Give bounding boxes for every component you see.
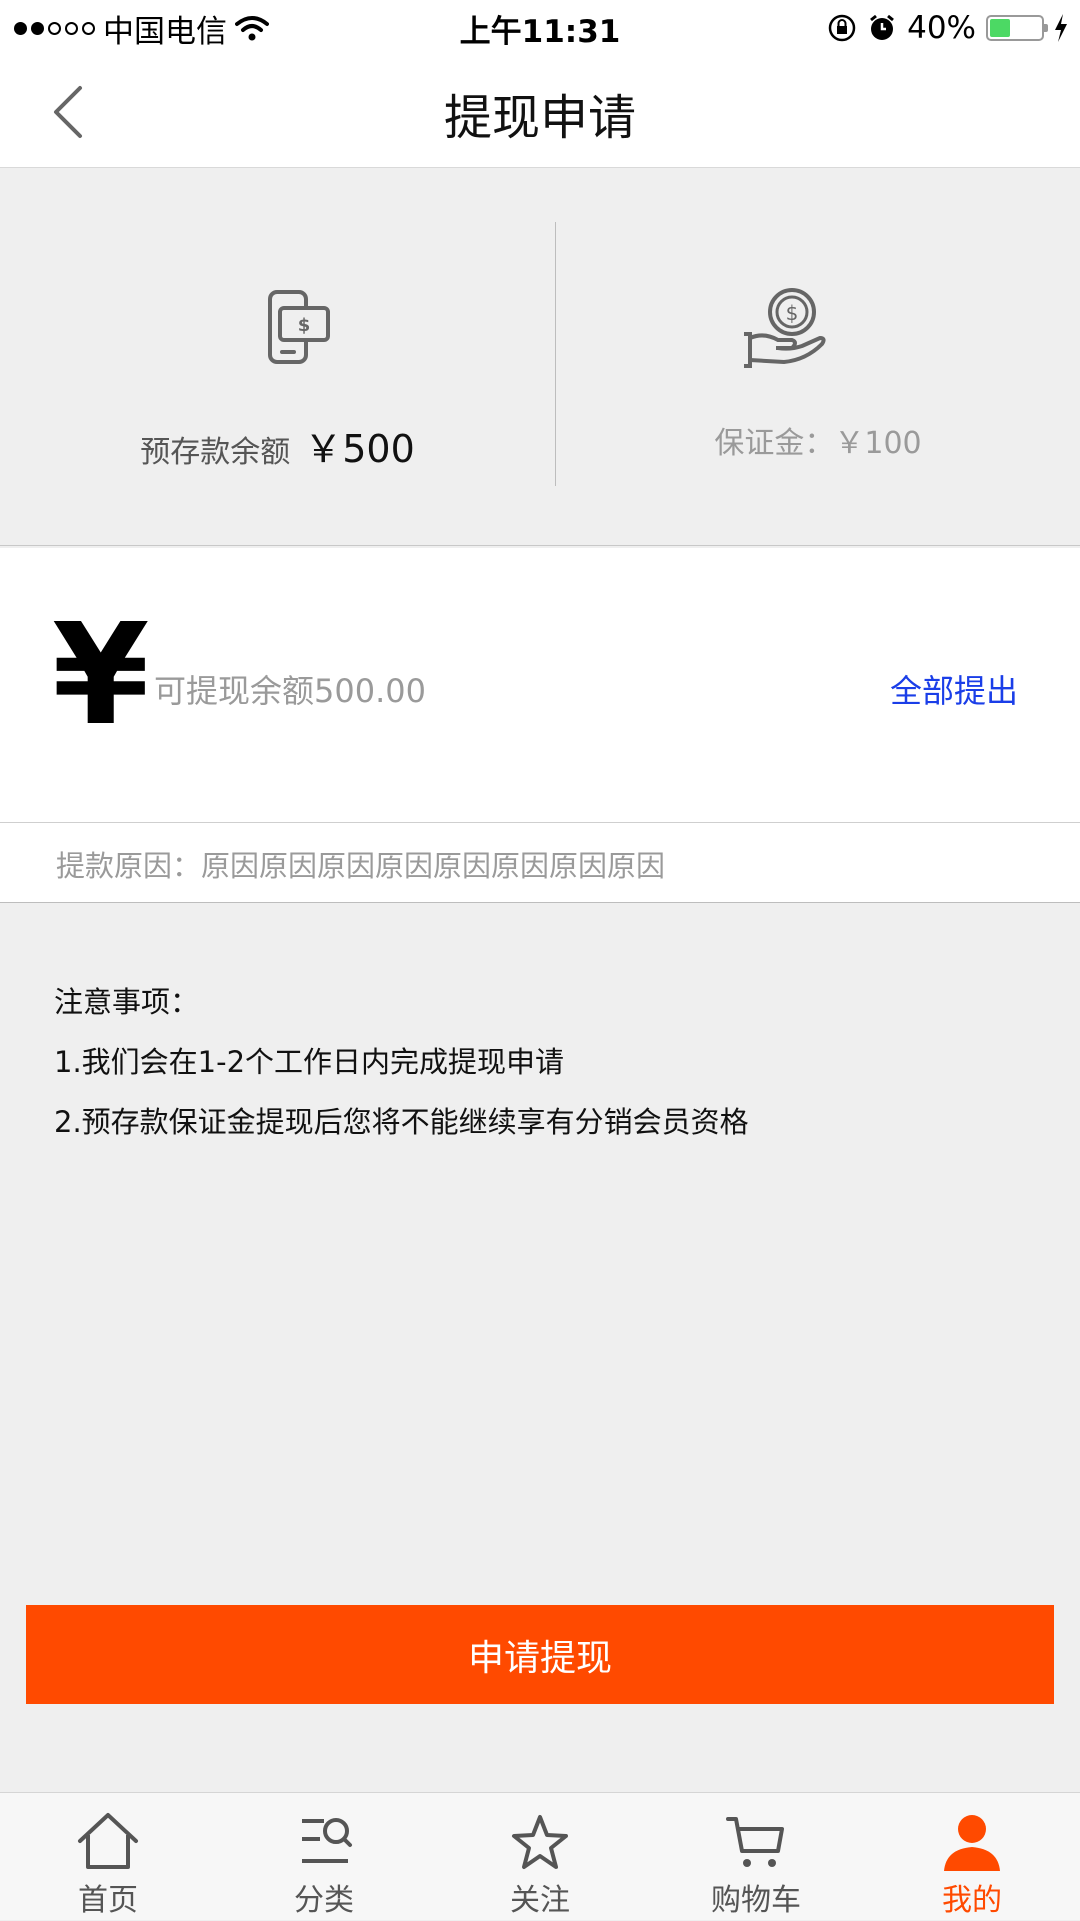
svg-text:$: $	[786, 301, 799, 325]
tab-category-label: 分类	[294, 1883, 354, 1918]
notes-title: 注意事项：	[54, 985, 200, 1019]
security-deposit-text: 保证金：￥100	[714, 426, 922, 461]
notes-section: 注意事项： 1.我们会在1-2个工作日内完成提现申请 2.预存款保证金提现后您将…	[54, 978, 749, 1158]
bottom-tab-bar: 首页 分类 关注 购物车 我的	[0, 1792, 1080, 1920]
tab-cart-label: 购物车	[711, 1883, 801, 1918]
status-bar: 中国电信 上午11:31 40%	[0, 0, 1080, 56]
deposit-text: 预存款余额 ￥500	[0, 418, 555, 473]
withdraw-amount-input[interactable]: 可提现余额500.00	[154, 666, 426, 712]
withdraw-all-button[interactable]: 全部提出	[890, 666, 1018, 712]
nav-bar: 提现申请	[0, 56, 1080, 168]
notes-item: 1.我们会在1-2个工作日内完成提现申请	[54, 1045, 565, 1079]
tab-home-label: 首页	[78, 1883, 138, 1918]
status-right: 40%	[827, 8, 1068, 48]
user-icon	[944, 1815, 1000, 1871]
tab-follow[interactable]: 关注	[432, 1793, 648, 1921]
withdraw-reason-text[interactable]: 提款原因：原因原因原因原因原因原因原因原因	[56, 843, 665, 885]
tab-cart[interactable]: 购物车	[648, 1793, 864, 1921]
withdraw-amount-row: ¥ 可提现余额500.00 全部提出	[0, 548, 1080, 823]
home-icon	[78, 1813, 138, 1869]
star-icon	[512, 1815, 568, 1869]
tab-follow-label: 关注	[510, 1883, 570, 1918]
alarm-icon	[870, 14, 895, 40]
cart-icon	[726, 1817, 784, 1867]
balance-panel: $ 预存款余额 ￥500 $ 保证金：￥100	[0, 168, 1080, 546]
tab-category[interactable]: 分类	[216, 1793, 432, 1921]
rotation-lock-icon	[828, 14, 856, 42]
charging-icon	[1055, 14, 1067, 42]
deposit-amount: ￥500	[304, 427, 415, 471]
tab-home[interactable]: 首页	[0, 1793, 216, 1921]
page-title: 提现申请	[443, 90, 636, 146]
tab-mine-label: 我的	[942, 1883, 1002, 1918]
svg-text:$: $	[298, 315, 311, 336]
battery-fill	[990, 19, 1010, 37]
withdraw-reason-field[interactable]: 提款原因：原因原因原因原因原因原因原因原因	[0, 823, 1080, 903]
deposit-label: 预存款余额	[140, 435, 291, 470]
notes-item: 2.预存款保证金提现后您将不能继续享有分销会员资格	[54, 1105, 749, 1139]
security-deposit: $ 保证金：￥100	[556, 168, 1080, 546]
battery-icon	[986, 15, 1048, 41]
tab-mine[interactable]: 我的	[864, 1793, 1080, 1921]
hand-coin-icon: $	[744, 288, 826, 368]
deposit-balance: $ 预存款余额 ￥500	[0, 168, 555, 546]
yen-icon: ¥	[52, 594, 150, 757]
apply-withdraw-button[interactable]: 申请提现	[26, 1605, 1054, 1704]
battery-percent: 40%	[907, 10, 976, 46]
phone-money-icon: $	[268, 290, 330, 364]
category-search-icon	[302, 1818, 352, 1863]
